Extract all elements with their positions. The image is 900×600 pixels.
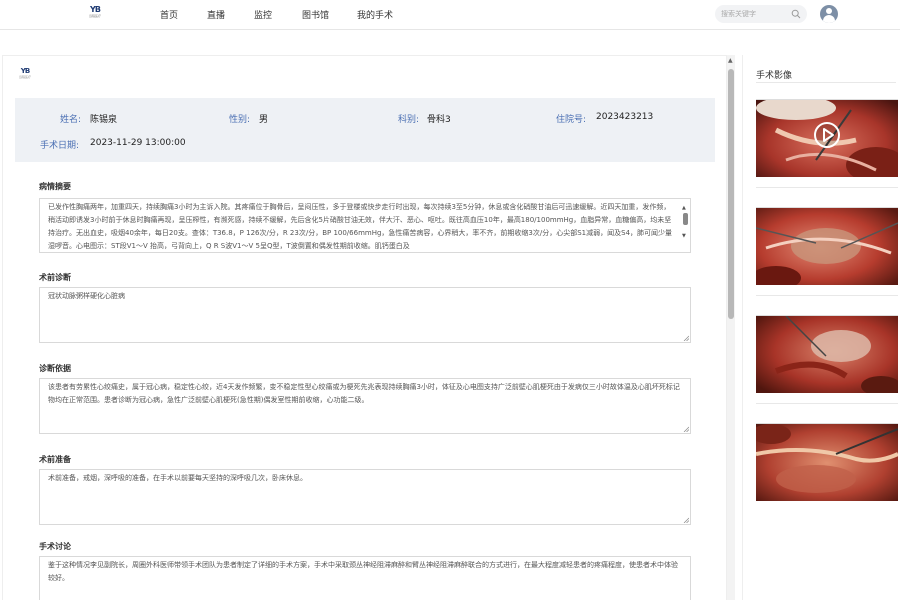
patient-gender: 男 xyxy=(259,115,269,125)
nav-monitor[interactable]: 监控 xyxy=(254,8,272,21)
logo-subtitle: 远程医疗 xyxy=(18,75,31,79)
surgery-image xyxy=(756,424,898,501)
surgery-discussion-text: 鉴于这种情况李见副院长，周圈外科医师带领手术团队为患者制定了详细的手术方案，手术… xyxy=(48,561,678,582)
diagnosis-basis-text: 该患者有劳累性心绞痛史，属于冠心病，稳定性心绞，近4天发作频繁，变不稳定性型心绞… xyxy=(48,383,680,404)
surgery-image-thumbnail[interactable] xyxy=(756,423,898,501)
diagnosis-basis-textarea[interactable]: 该患者有劳累性心绞痛史，属于冠心病，稳定性心绞，近4天发作频繁，变不稳定性型心绞… xyxy=(39,378,691,434)
scroll-down-icon[interactable]: ▼ xyxy=(682,230,686,243)
surgery-video-thumbnail[interactable] xyxy=(756,99,898,177)
preop-diagnosis-textarea[interactable]: 冠状动脉粥样硬化心脏病 xyxy=(39,287,691,343)
gender-label: 性别: xyxy=(229,115,251,125)
section-title-diagnosis-basis: 诊断依据 xyxy=(39,364,71,373)
surgery-image-thumbnail[interactable] xyxy=(756,207,898,285)
preop-prep-text: 术前准备，戒烟，深呼吸的准备，在手术以前要每天坚持的深呼吸几次，卧床休息。 xyxy=(48,474,307,482)
surgery-discussion-textarea[interactable]: 鉴于这种情况李见副院长，周圈外科医师带领手术团队为患者制定了详细的手术方案，手术… xyxy=(39,556,691,600)
hospital-logo: YB 远程医疗 xyxy=(15,68,35,82)
surgery-media-panel: 手术影像 xyxy=(742,55,900,600)
page-scroll-thumb[interactable] xyxy=(728,69,734,319)
divider xyxy=(756,187,898,188)
name-label: 姓名: xyxy=(60,115,82,125)
logo-subtitle: 远程医疗 xyxy=(88,14,101,18)
search-icon[interactable] xyxy=(791,9,801,19)
surgery-image xyxy=(756,208,898,285)
top-nav: YB 远程医疗 首页 直播 监控 图书馆 我的手术 xyxy=(0,0,900,30)
scroll-thumb[interactable] xyxy=(683,213,688,225)
admission-label: 住院号: xyxy=(556,115,587,125)
dept-label: 科别: xyxy=(398,115,420,125)
user-avatar-icon[interactable] xyxy=(820,5,838,23)
resize-handle-icon[interactable] xyxy=(683,517,689,523)
summary-text: 已发作性胸痛两年，加重四天，持续胸痛3小时为主诉入院。其疼痛位于胸骨后，呈闷压性… xyxy=(48,203,673,250)
section-title-surgery-discussion: 手术讨论 xyxy=(39,542,71,551)
play-icon[interactable] xyxy=(813,121,841,149)
resize-handle-icon[interactable] xyxy=(683,426,689,432)
search-input[interactable] xyxy=(721,8,787,20)
surgery-date: 2023-11-29 13:00:00 xyxy=(90,138,186,148)
preop-diagnosis-text: 冠状动脉粥样硬化心脏病 xyxy=(48,292,125,300)
summary-textarea[interactable]: 已发作性胸痛两年，加重四天，持续胸痛3小时为主诉入院。其疼痛位于胸骨后，呈闷压性… xyxy=(39,198,691,253)
textarea-scrollbar[interactable]: ▲ ▼ xyxy=(681,200,689,252)
surgery-image xyxy=(756,316,898,393)
resize-handle-icon[interactable] xyxy=(683,335,689,341)
logo-mark: YB xyxy=(20,67,30,75)
nav-home[interactable]: 首页 xyxy=(160,8,178,21)
scroll-up-icon[interactable]: ▲ xyxy=(728,57,733,64)
admission-number: 2023423213 xyxy=(596,112,654,122)
patient-info-box: 姓名: 陈锡泉 性别: 男 科别: 骨科3 住院号: 2023423213 手术… xyxy=(15,98,715,162)
section-title-preop-prep: 术前准备 xyxy=(39,455,71,464)
surgery-date-label: 手术日期: xyxy=(40,141,80,151)
nav-library[interactable]: 图书馆 xyxy=(302,8,329,21)
surgery-image-thumbnail[interactable] xyxy=(756,315,898,393)
surgery-detail-panel: YB 远程医疗 姓名: 陈锡泉 性别: 男 科别: 骨科3 住院号: 20234… xyxy=(2,55,727,600)
app-logo[interactable]: YB 远程医疗 xyxy=(85,6,105,24)
nav-my-surgery[interactable]: 我的手术 xyxy=(357,8,393,21)
patient-dept: 骨科3 xyxy=(427,115,451,125)
nav-live[interactable]: 直播 xyxy=(207,8,225,21)
logo-mark: YB xyxy=(90,5,101,14)
search-box xyxy=(715,5,807,23)
page-scrollbar[interactable]: ▲ xyxy=(727,55,735,600)
divider xyxy=(756,403,898,404)
divider xyxy=(756,82,896,83)
section-title-summary: 病情摘要 xyxy=(39,182,71,191)
section-title-preop-diagnosis: 术前诊断 xyxy=(39,273,71,282)
media-panel-title: 手术影像 xyxy=(756,71,793,81)
divider xyxy=(756,295,898,296)
preop-prep-textarea[interactable]: 术前准备，戒烟，深呼吸的准备，在手术以前要每天坚持的深呼吸几次，卧床休息。 xyxy=(39,469,691,525)
patient-name: 陈锡泉 xyxy=(90,115,118,125)
